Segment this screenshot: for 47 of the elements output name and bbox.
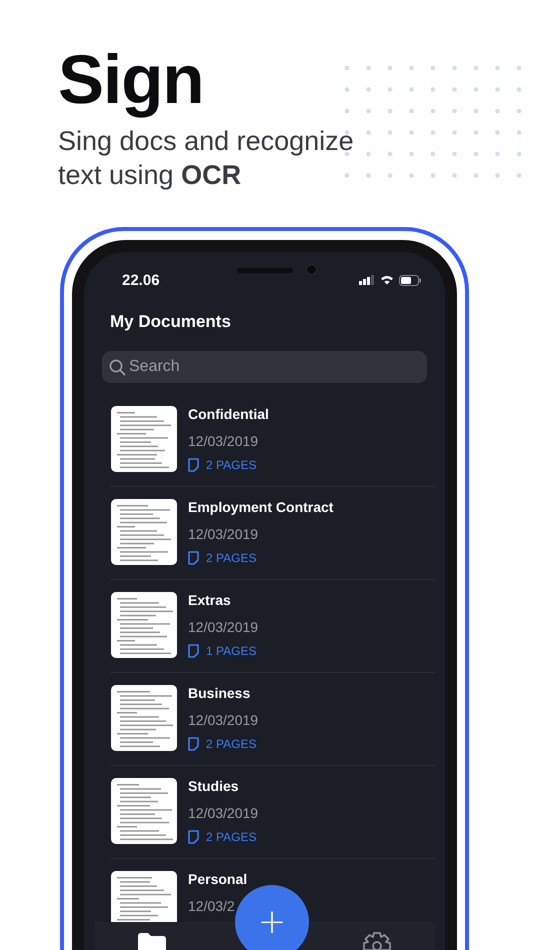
document-date: 12/03/2019 [188, 805, 258, 821]
battery-icon [399, 274, 422, 286]
camera-dot [306, 264, 317, 275]
settings-icon[interactable] [363, 932, 391, 950]
document-row[interactable]: Confidential 12/03/2019 2 PAGES [110, 394, 435, 487]
page-icon [188, 551, 199, 565]
document-thumbnail [111, 685, 177, 751]
page-count: 2 PAGES [206, 830, 256, 844]
document-name: Personal [188, 871, 248, 887]
document-thumbnail [111, 592, 177, 658]
document-date: 12/03/2019 [188, 526, 260, 542]
headline-title: Sign [58, 40, 204, 120]
document-thumbnail [111, 406, 177, 472]
document-row[interactable]: Extras 12/03/2019 1 PAGES [110, 580, 435, 673]
status-time: 22.06 [122, 272, 160, 288]
document-row[interactable]: Business 12/03/2019 2 PAGES [110, 673, 435, 766]
folder-icon[interactable] [137, 932, 167, 950]
document-name: Business [188, 685, 252, 701]
document-name: Extras [188, 592, 232, 608]
screen-title: My Documents [110, 311, 232, 333]
page-icon [188, 737, 199, 751]
page-icon [188, 830, 199, 844]
document-date: 12/03/2019 [188, 433, 260, 449]
page-count: 2 PAGES [206, 458, 256, 472]
document-thumbnail [111, 778, 177, 844]
document-date: 12/03/2 [188, 898, 236, 914]
document-date: 12/03/2019 [188, 619, 258, 635]
headline-subtitle: Sing docs and recognize text using OCR [58, 125, 355, 192]
document-thumbnail [111, 499, 177, 565]
page-count: 2 PAGES [206, 551, 256, 565]
search-icon [109, 359, 126, 376]
document-row[interactable]: Studies 12/03/2019 2 PAGES [110, 766, 435, 859]
page-icon [188, 458, 199, 472]
document-thumbnail [111, 871, 177, 922]
signal-icon [359, 275, 375, 285]
document-name: Studies [188, 778, 240, 794]
add-button[interactable]: + [235, 885, 309, 950]
page-icon [188, 644, 199, 658]
page-count: 2 PAGES [206, 737, 256, 751]
document-date: 12/03/2019 [188, 712, 258, 728]
document-name: Employment Contract [188, 499, 334, 515]
search-field[interactable]: Search [102, 351, 427, 383]
page-count: 1 PAGES [206, 644, 256, 658]
wifi-icon [380, 275, 394, 285]
document-name: Confidential [188, 406, 269, 422]
speaker-grille [237, 268, 293, 273]
document-row[interactable]: Employment Contract 12/03/2019 2 PAGES [110, 487, 435, 580]
